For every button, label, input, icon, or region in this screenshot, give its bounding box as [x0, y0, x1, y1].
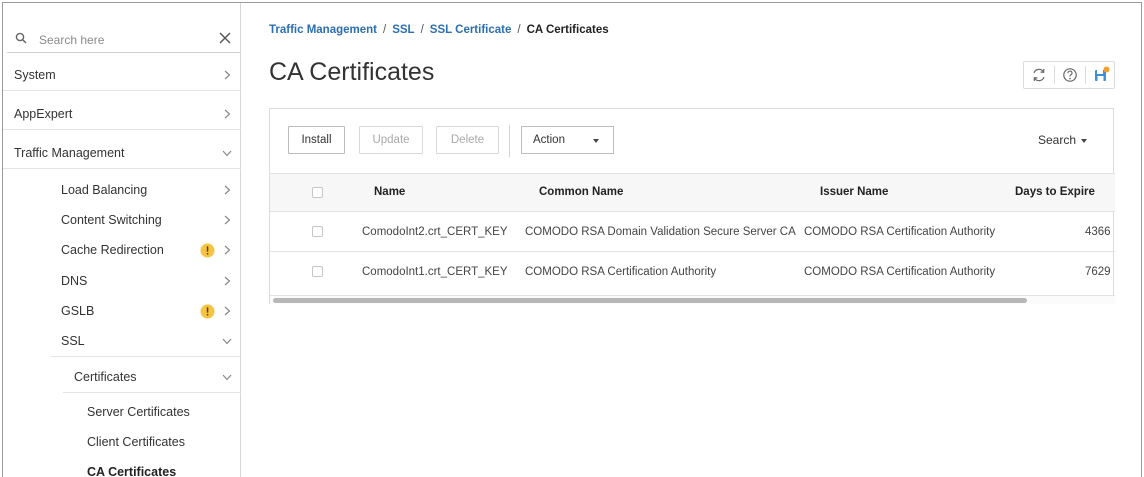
chevron-down-icon: [222, 338, 232, 345]
save-config-button[interactable]: [1086, 62, 1116, 88]
sidebar-item-gslb[interactable]: GSLB: [3, 296, 241, 326]
close-icon[interactable]: [216, 29, 234, 47]
breadcrumb-traffic-management[interactable]: Traffic Management: [269, 24, 377, 36]
chevron-right-icon: [224, 109, 231, 119]
cell-common-name: COMODO RSA Certification Authority: [525, 266, 717, 278]
divider: [51, 356, 241, 357]
help-icon: [1063, 68, 1077, 82]
search-input[interactable]: Search here: [39, 33, 104, 47]
scrollbar-thumb[interactable]: [273, 298, 1027, 303]
caret-down-icon: [1081, 138, 1088, 143]
cell-common-name: COMODO RSA Domain Validation Secure Serv…: [525, 226, 796, 238]
install-button[interactable]: Install: [288, 126, 345, 154]
sidebar-search[interactable]: Search here: [7, 25, 240, 53]
column-header-name[interactable]: Name: [374, 186, 405, 198]
sidebar-item-client-certificates[interactable]: Client Certificates: [3, 427, 241, 457]
table-row[interactable]: ComodoInt2.crt_CERT_KEY COMODO RSA Domai…: [270, 211, 1115, 251]
table-row[interactable]: ComodoInt1.crt_CERT_KEY COMODO RSA Certi…: [270, 251, 1115, 291]
breadcrumb-separator: /: [420, 24, 424, 36]
sidebar-item-label: Server Certificates: [87, 405, 190, 419]
chevron-down-icon: [222, 150, 232, 157]
divider: [3, 90, 241, 91]
help-button[interactable]: [1055, 62, 1085, 88]
cell-issuer-name: COMODO RSA Certification Authority: [804, 226, 996, 238]
chevron-right-icon: [224, 245, 231, 255]
select-all-checkbox[interactable]: [312, 187, 323, 198]
sidebar-item-certificates[interactable]: Certificates: [3, 362, 241, 392]
sidebar-item-dns[interactable]: DNS: [3, 266, 241, 296]
row-checkbox[interactable]: [312, 226, 323, 237]
chevron-right-icon: [224, 276, 231, 286]
divider: [63, 392, 241, 393]
app-frame: Search here System AppExpert Traffic Man…: [2, 2, 1142, 477]
chevron-right-icon: [224, 215, 231, 225]
chevron-down-icon: [222, 374, 232, 381]
cell-days-to-expire: 7629: [1085, 266, 1111, 278]
certificates-panel: Install Update Delete Action Search Name…: [269, 108, 1115, 304]
caret-down-icon: [593, 139, 599, 143]
sidebar-item-label: Certificates: [74, 370, 137, 384]
main-content: Traffic Management / SSL / SSL Certificate / C…: [242, 3, 1143, 477]
action-dropdown[interactable]: Action: [521, 126, 614, 154]
chevron-right-icon: [224, 306, 231, 316]
chevron-right-icon: [224, 70, 231, 80]
search-dropdown[interactable]: Search: [1038, 133, 1088, 147]
warning-icon: [200, 243, 215, 258]
breadcrumb-ssl-certificate[interactable]: SSL Certificate: [430, 24, 512, 36]
sidebar-item-label: Client Certificates: [87, 435, 185, 449]
breadcrumb-separator: /: [383, 24, 387, 36]
sidebar-item-label: Traffic Management: [14, 146, 125, 160]
sidebar-item-label: DNS: [61, 274, 88, 288]
sidebar-item-label: SSL: [61, 334, 85, 348]
row-checkbox[interactable]: [312, 266, 323, 277]
refresh-icon: [1033, 68, 1045, 82]
sidebar-item-appexpert[interactable]: AppExpert: [3, 99, 241, 129]
sidebar-item-label: AppExpert: [14, 107, 73, 121]
sidebar: Search here System AppExpert Traffic Man…: [3, 3, 241, 477]
sidebar-item-label: CA Certificates: [87, 465, 177, 477]
delete-button[interactable]: Delete: [436, 126, 499, 154]
sidebar-item-label: Content Switching: [61, 213, 162, 227]
page-tools: [1023, 61, 1115, 89]
divider: [509, 125, 510, 157]
divider: [3, 129, 241, 130]
sidebar-item-server-certificates[interactable]: Server Certificates: [3, 397, 241, 427]
cell-name: ComodoInt1.crt_CERT_KEY: [362, 266, 508, 278]
breadcrumb-separator: /: [517, 24, 521, 36]
column-header-days-to-expire[interactable]: Days to Expire: [1015, 186, 1095, 198]
search-dropdown-label: Search: [1038, 133, 1077, 147]
cell-issuer-name: COMODO RSA Certification Authority: [804, 266, 996, 278]
sidebar-item-label: System: [14, 68, 56, 82]
sidebar-item-label: GSLB: [61, 304, 95, 318]
sidebar-item-system[interactable]: System: [3, 60, 241, 90]
breadcrumb-ssl[interactable]: SSL: [392, 24, 414, 36]
sidebar-item-ssl[interactable]: SSL: [3, 326, 241, 356]
chevron-right-icon: [224, 185, 231, 195]
sidebar-item-load-balancing[interactable]: Load Balancing: [3, 175, 241, 205]
divider: [3, 168, 241, 169]
sidebar-item-content-switching[interactable]: Content Switching: [3, 205, 241, 235]
sidebar-item-ca-certificates[interactable]: CA Certificates: [3, 457, 241, 477]
search-icon: [15, 32, 27, 44]
breadcrumb: Traffic Management / SSL / SSL Certificate / C…: [269, 24, 609, 36]
sidebar-item-label: Load Balancing: [61, 183, 148, 197]
action-dropdown-label: Action: [533, 134, 565, 146]
save-icon: [1095, 66, 1110, 81]
update-button[interactable]: Update: [359, 126, 423, 154]
cell-days-to-expire: 4366: [1085, 226, 1111, 238]
horizontal-scrollbar[interactable]: [270, 295, 1115, 304]
sidebar-item-traffic-management[interactable]: Traffic Management: [3, 138, 241, 168]
sidebar-item-cache-redirection[interactable]: Cache Redirection: [3, 235, 241, 265]
table-header: Name Common Name Issuer Name Days to Exp…: [270, 173, 1115, 211]
warning-icon: [200, 304, 215, 319]
refresh-button[interactable]: [1024, 62, 1054, 88]
cell-name: ComodoInt2.crt_CERT_KEY: [362, 226, 508, 238]
breadcrumb-current: CA Certificates: [526, 24, 609, 36]
column-header-common-name[interactable]: Common Name: [539, 186, 623, 198]
page-title: CA Certificates: [269, 58, 435, 86]
sidebar-item-label: Cache Redirection: [61, 243, 164, 257]
column-header-issuer-name[interactable]: Issuer Name: [820, 186, 888, 198]
